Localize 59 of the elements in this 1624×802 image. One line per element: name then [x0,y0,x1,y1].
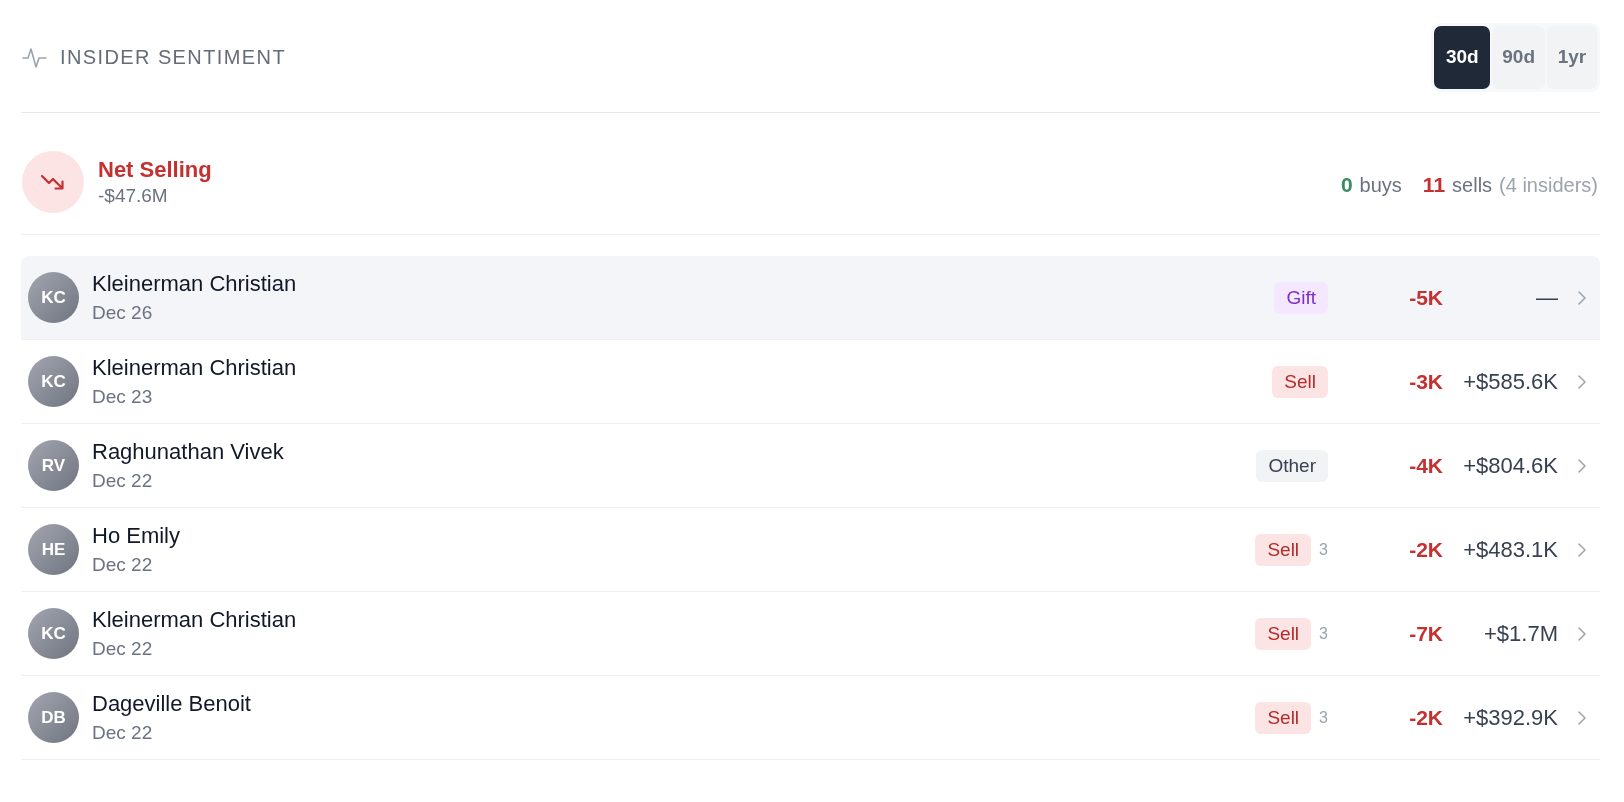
share-change: -3K [1408,369,1443,394]
share-change: -2K [1408,705,1443,730]
insider-name: Raghunathan Vivek [92,439,285,465]
buys-count: 0 [1340,173,1353,197]
chevron-right-icon [1578,710,1586,725]
net-label: Net Selling [98,156,212,184]
transaction-date: Dec 23 [92,385,154,408]
avatar-initials: RV [28,440,79,491]
avatar-initials: KC [28,356,79,407]
chevron-right-icon [1578,374,1586,389]
share-change: -4K [1408,453,1443,478]
transaction-value: — [1535,284,1558,311]
chevron-right-icon [1578,290,1586,305]
insider-name: Kleinerman Christian [92,271,298,297]
insider-count: (4 insiders) [1499,174,1598,197]
transaction-count: 3 [1319,624,1328,643]
buys-label: buys [1359,174,1402,197]
section-title: INSIDER SENTIMENT [60,45,287,69]
insider-name: Ho Emily [92,523,181,549]
net-amount: -$47.6M [98,184,169,208]
transaction-date: Dec 26 [92,301,154,324]
transaction-value: +$585.6K [1462,368,1558,395]
transaction-value: +$392.9K [1462,704,1558,731]
transaction-type-tag: Other [1256,449,1328,482]
transaction-value: +$483.1K [1462,536,1558,563]
avatar-initials: DB [28,692,79,743]
transaction-count: 3 [1319,708,1328,727]
period-tab[interactable]: 90d [1492,25,1545,89]
avatar-initials: KC [28,608,79,659]
transaction-date: Dec 22 [92,721,154,744]
avatar-initials: KC [28,272,79,323]
period-tab[interactable]: 1yr [1547,25,1597,89]
sells-label: sells [1452,174,1493,197]
transaction-date: Dec 22 [92,637,154,660]
transaction-value: +$804.6K [1462,452,1558,479]
transaction-type-tag: Sell [1255,617,1312,650]
sells-count: 11 [1422,173,1446,197]
transaction-type-tag: Sell [1255,533,1312,566]
chevron-right-icon [1578,542,1586,557]
period-tab[interactable]: 30d [1434,25,1491,89]
avatar-initials: HE [28,524,79,575]
chevron-right-icon [1578,458,1586,473]
share-change: -2K [1408,537,1443,562]
share-change: -7K [1408,621,1443,646]
insider-name: Kleinerman Christian [92,355,298,381]
transaction-type-tag: Gift [1274,281,1328,314]
insider-name: Dageville Benoit [92,691,252,717]
transaction-type-tag: Sell [1255,701,1312,734]
transaction-row[interactable]: KC Kleinerman Christian Dec 26 Gift -5K — [21,256,1600,340]
insider-name: Kleinerman Christian [92,607,298,633]
transaction-value: +$1.7M [1483,620,1558,647]
share-change: -5K [1408,285,1443,310]
chevron-right-icon [1578,626,1586,641]
transaction-date: Dec 22 [92,553,154,576]
transaction-type-tag: Sell [1272,365,1328,398]
pulse-icon [22,45,47,69]
transaction-count: 3 [1319,540,1328,559]
transaction-date: Dec 22 [92,469,154,492]
trend-down-icon [22,151,84,213]
